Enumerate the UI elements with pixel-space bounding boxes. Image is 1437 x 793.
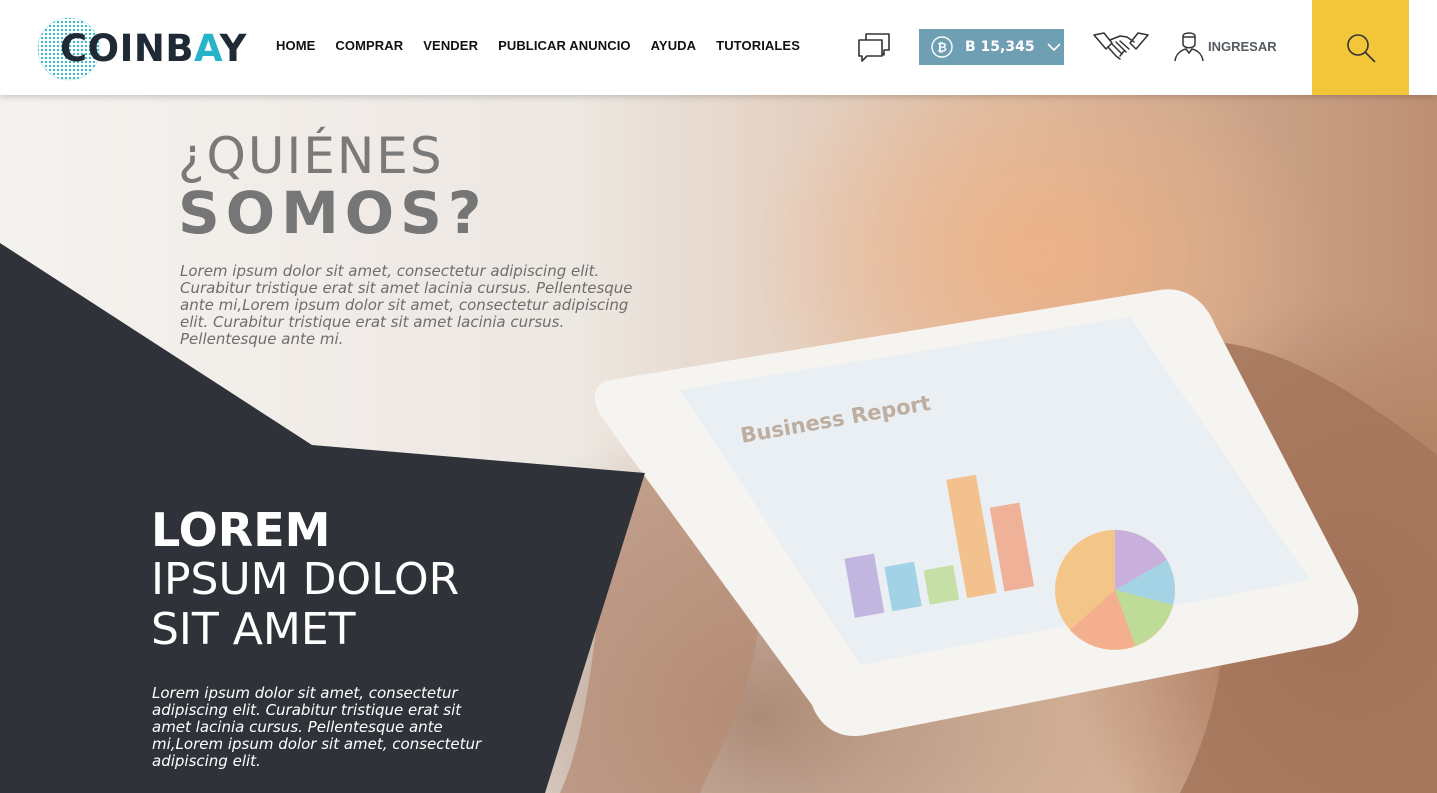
- nav-tutoriales[interactable]: TUTORIALES: [716, 38, 800, 53]
- nav-ayuda[interactable]: AYUDA: [651, 38, 697, 53]
- search-button[interactable]: [1312, 0, 1409, 95]
- main-nav: HOME COMPRAR VENDER PUBLICAR ANUNCIO AYU…: [276, 38, 820, 53]
- chat-icon[interactable]: [856, 30, 892, 64]
- logo-text-right: Y: [219, 27, 247, 70]
- handshake-icon[interactable]: [1092, 29, 1150, 65]
- logo[interactable]: COINBAY: [36, 16, 252, 81]
- login-label: INGRESAR: [1208, 38, 1277, 54]
- heading-bold: LOREM: [151, 503, 331, 557]
- title-line-1: ¿QUIÉNES: [178, 127, 444, 185]
- hero-section: Business Report ¿QUIÉNES SOMOS? Lorem ip…: [0, 95, 1437, 793]
- search-icon: [1346, 33, 1376, 63]
- intro-paragraph: Lorem ipsum dolor sit amet, consectetur …: [180, 262, 633, 348]
- heading-line-2: IPSUM DOLOR: [151, 554, 460, 605]
- logo-text-left: COINB: [60, 27, 195, 70]
- svg-text:₿: ₿: [937, 41, 947, 55]
- nav-comprar[interactable]: COMPRAR: [335, 38, 403, 53]
- title-line-2: SOMOS?: [178, 179, 488, 247]
- login-link[interactable]: INGRESAR: [1172, 30, 1277, 62]
- logo-text: COINBAY: [60, 29, 247, 69]
- section-heading: LOREM IPSUM DOLOR SIT AMET: [151, 505, 459, 655]
- logo-text-accent: A: [194, 27, 220, 70]
- heading-line-3: SIT AMET: [151, 604, 356, 655]
- body-paragraph: Lorem ipsum dolor sit amet, consectetur …: [152, 684, 482, 770]
- user-icon: [1174, 32, 1204, 62]
- btc-balance-value: B 15,345: [965, 39, 1035, 55]
- page-title: ¿QUIÉNES SOMOS?: [178, 129, 488, 243]
- nav-home[interactable]: HOME: [276, 38, 315, 53]
- site-header: COINBAY HOME COMPRAR VENDER PUBLICAR ANU…: [0, 0, 1437, 95]
- chevron-down-icon: [1047, 43, 1061, 52]
- bitcoin-icon: ₿: [931, 36, 953, 58]
- nav-vender[interactable]: VENDER: [423, 38, 478, 53]
- nav-publicar-anuncio[interactable]: PUBLICAR ANUNCIO: [498, 38, 631, 53]
- btc-balance-dropdown[interactable]: ₿ B 15,345: [919, 29, 1064, 65]
